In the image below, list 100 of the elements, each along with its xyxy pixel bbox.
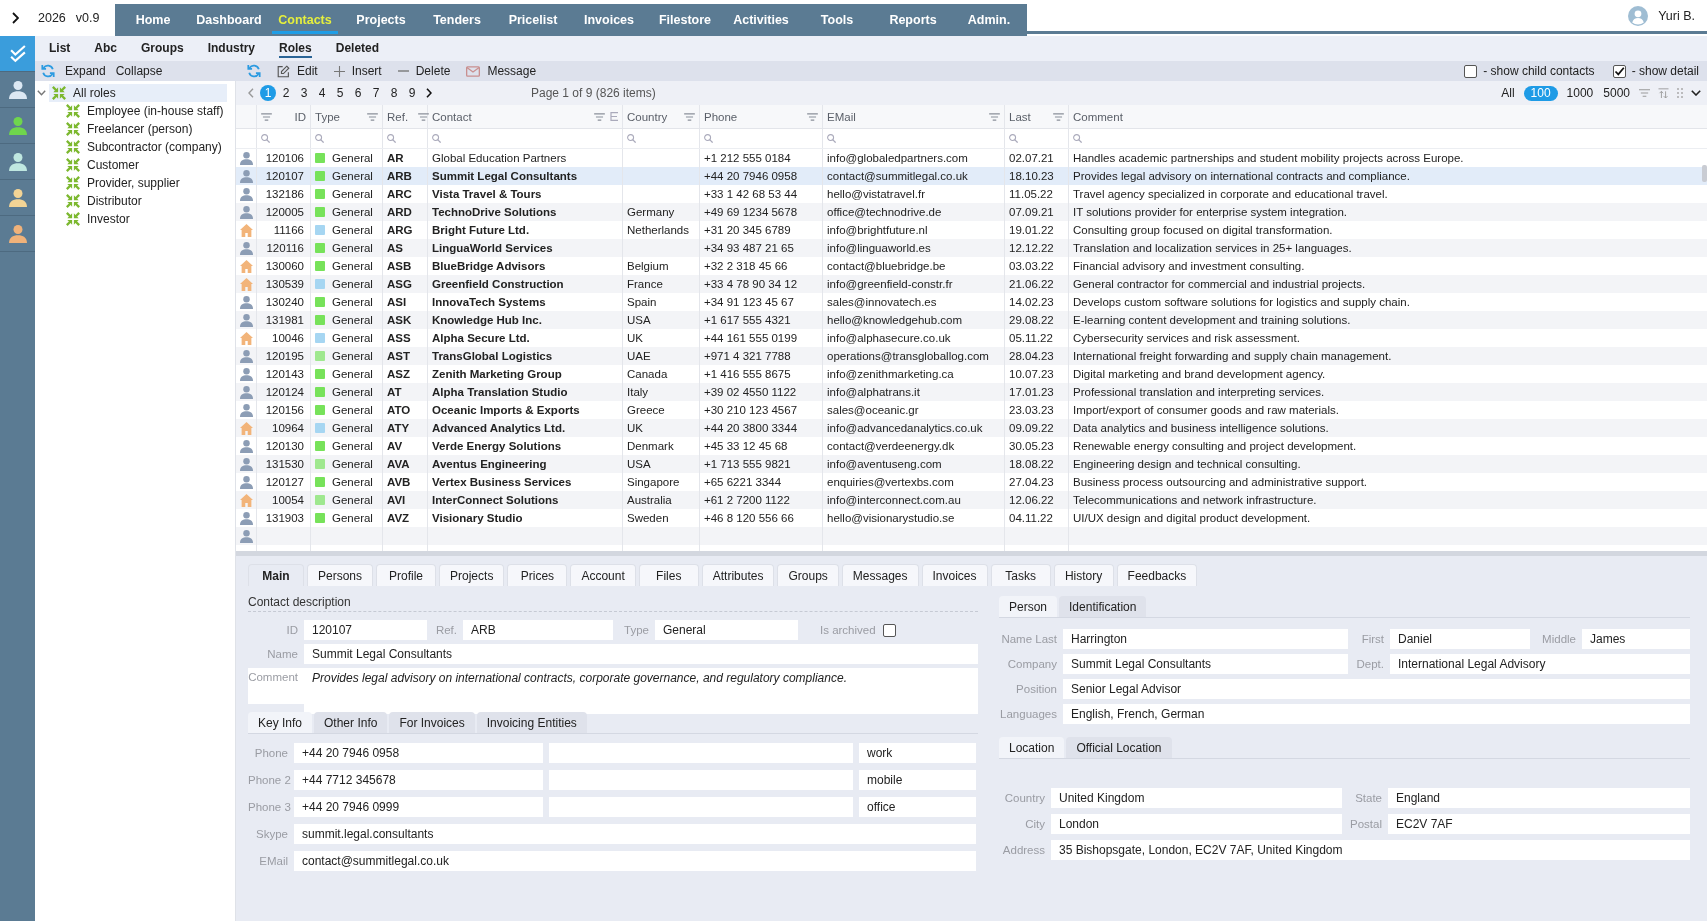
column-header[interactable]: Comment xyxy=(1073,110,1123,123)
scrollbar-thumb[interactable] xyxy=(1702,165,1707,182)
tab[interactable]: Tasks xyxy=(990,564,1051,586)
search-icon[interactable] xyxy=(387,134,396,143)
tab[interactable]: Projects xyxy=(439,564,505,586)
user-name[interactable]: Yuri B. xyxy=(1658,8,1695,23)
text-field[interactable]: English, French, German xyxy=(1063,704,1690,724)
search-icon[interactable] xyxy=(704,134,713,143)
column-header[interactable]: Country xyxy=(627,110,668,123)
lines-icon[interactable] xyxy=(610,112,618,121)
page-button[interactable]: 6 xyxy=(349,85,367,101)
text-field[interactable]: United Kingdom xyxy=(1051,788,1342,808)
table-row[interactable]: 120195 General AST TransGlobal Logistics UAE +971 4 321 7788 operations@transgloballog.com 28.04.23 International freight forwarding and supply chain management. xyxy=(236,347,1707,365)
nav-item[interactable]: Admin. xyxy=(951,4,1027,36)
text-field[interactable]: summit.legal.consultants xyxy=(294,824,976,844)
tab[interactable]: Person xyxy=(999,596,1058,617)
page-size-option[interactable]: 5000 xyxy=(1602,85,1631,101)
table-row[interactable]: 10054 General AVI InterConnect Solutions Australia +61 2 7200 1122 info@interconnect.com.au 12.06.22 Telecommunications and network infrastructure. xyxy=(236,491,1707,509)
text-field[interactable]: Senior Legal Advisor xyxy=(1063,679,1690,699)
tab[interactable]: Roles xyxy=(279,39,312,58)
text-field[interactable]: +44 7712 345678 xyxy=(294,770,543,790)
nav-item[interactable]: Home xyxy=(115,4,191,36)
tab[interactable]: Identification xyxy=(1059,596,1147,617)
text-field[interactable]: EC2V 7AF xyxy=(1388,814,1690,834)
text-field[interactable]: James xyxy=(1582,629,1690,649)
tree-item[interactable]: Subcontractor (company) xyxy=(35,138,231,156)
sidebar-button[interactable] xyxy=(0,36,35,72)
text-field[interactable]: ARB xyxy=(463,620,613,640)
search-icon[interactable] xyxy=(261,134,270,143)
nav-item[interactable]: Filestore xyxy=(647,4,723,36)
table-row[interactable]: 130539 General ASG Greenfield Construction France +33 4 78 90 34 12 info@greenfield-constr.fr 21.06.22 General contractor for commercial and industrial projects. xyxy=(236,275,1707,293)
text-field[interactable]: England xyxy=(1388,788,1690,808)
column-header[interactable]: Last xyxy=(1009,110,1031,123)
column-header[interactable]: Ref. xyxy=(387,110,409,123)
text-field[interactable]: 35 Bishopsgate, London, EC2V 7AF, United Kingdom xyxy=(1051,840,1690,860)
grip-dots-icon[interactable] xyxy=(1677,88,1683,98)
chevron-down-icon[interactable] xyxy=(1691,90,1701,96)
tab[interactable]: Prices xyxy=(507,564,568,586)
search-icon[interactable] xyxy=(1009,134,1018,143)
nav-item[interactable]: Tenders xyxy=(419,4,495,36)
tree-item[interactable]: All roles xyxy=(49,84,227,102)
nav-item[interactable]: Pricelist xyxy=(495,4,571,36)
tab[interactable]: Files xyxy=(638,564,699,586)
search-icon[interactable] xyxy=(1073,134,1082,143)
text-field[interactable]: Summit Legal Consultants xyxy=(1063,654,1348,674)
table-row[interactable]: 120005 General ARD TechnoDrive Solutions Germany +49 69 1234 5678 office@technodrive.de 07.09.21 IT solutions provider for enterprise system integration. xyxy=(236,203,1707,221)
chevron-left-icon[interactable] xyxy=(248,88,254,98)
filter-icon[interactable] xyxy=(418,112,430,121)
table-row[interactable]: 120124 General AT Alpha Translation Studio Italy +39 02 4550 1122 info@alphatrans.it 17.01.23 Professional translation and interpreting services. xyxy=(236,383,1707,401)
sort-icon[interactable] xyxy=(1658,88,1669,98)
filter-icon[interactable] xyxy=(594,112,605,121)
tab[interactable]: Account xyxy=(570,564,636,586)
column-header[interactable]: Type xyxy=(315,110,340,123)
column-header[interactable]: EMail xyxy=(827,110,856,123)
toolbar-button[interactable]: Collapse xyxy=(115,64,163,78)
edit-button[interactable]: Edit xyxy=(277,64,318,78)
table-row[interactable]: 131981 General ASK Knowledge Hub Inc. USA +1 617 555 4321 hello@knowledgehub.com 29.08.22 E-learning content development and training solutions. xyxy=(236,311,1707,329)
tree-item[interactable]: Customer xyxy=(35,156,231,174)
text-field[interactable]: office xyxy=(859,797,976,817)
checkbox[interactable] xyxy=(1464,64,1478,78)
toolbar-button[interactable]: Expand xyxy=(65,64,106,78)
filter-icon[interactable] xyxy=(807,112,818,121)
caret-down-icon[interactable] xyxy=(37,90,46,96)
nav-item[interactable]: Tools xyxy=(799,4,875,36)
checkbox-label[interactable]: - show detail xyxy=(1631,64,1699,78)
tree-item[interactable]: Provider, supplier xyxy=(35,174,231,192)
tab[interactable]: Invoices xyxy=(921,564,988,586)
tree-item[interactable]: Investor xyxy=(35,210,231,228)
page-size-option[interactable]: 1000 xyxy=(1565,85,1595,101)
delete-button[interactable]: Delete xyxy=(397,64,451,78)
text-field[interactable]: +44 20 7946 0958 xyxy=(294,743,543,763)
page-button[interactable]: 8 xyxy=(385,85,403,101)
text-field[interactable]: work xyxy=(859,743,976,763)
nav-item[interactable]: Activities xyxy=(723,4,799,36)
filter-icon[interactable] xyxy=(261,112,272,121)
text-field[interactable]: mobile xyxy=(859,770,976,790)
tab[interactable]: Invoicing Entities xyxy=(476,712,587,733)
tab[interactable]: Deleted xyxy=(335,39,380,58)
tree-item[interactable]: Employee (in-house staff) xyxy=(35,102,231,120)
search-icon[interactable] xyxy=(627,134,636,143)
checkbox-label[interactable]: - show child contacts xyxy=(1483,64,1595,78)
tab[interactable]: Official Location xyxy=(1066,737,1172,758)
tab[interactable]: For Invoices xyxy=(389,712,475,733)
page-button[interactable]: 4 xyxy=(313,85,331,101)
checkbox[interactable] xyxy=(882,623,896,637)
checkbox[interactable] xyxy=(1612,64,1626,78)
text-field[interactable]: Daniel xyxy=(1390,629,1530,649)
text-field[interactable]: Summit Legal Consultants xyxy=(304,644,978,664)
nav-item[interactable]: Projects xyxy=(343,4,419,36)
tab[interactable]: History xyxy=(1053,564,1114,586)
chevron-right-icon[interactable] xyxy=(12,12,19,24)
text-field[interactable]: contact@summitlegal.co.uk xyxy=(294,851,976,871)
text-field[interactable]: +44 20 7946 0999 xyxy=(294,797,543,817)
table-row[interactable]: 131530 General AVA Aventus Engineering USA +1 713 555 9821 info@aventuseng.com 18.08.22 Engineering design and technical consulting. xyxy=(236,455,1707,473)
tab[interactable]: Profile xyxy=(376,564,437,586)
tab[interactable]: Location xyxy=(999,737,1065,758)
page-button[interactable]: 7 xyxy=(367,85,385,101)
column-header[interactable]: ID xyxy=(294,110,306,123)
message-button[interactable]: Message xyxy=(466,64,537,78)
tab[interactable]: Attributes xyxy=(701,564,775,586)
